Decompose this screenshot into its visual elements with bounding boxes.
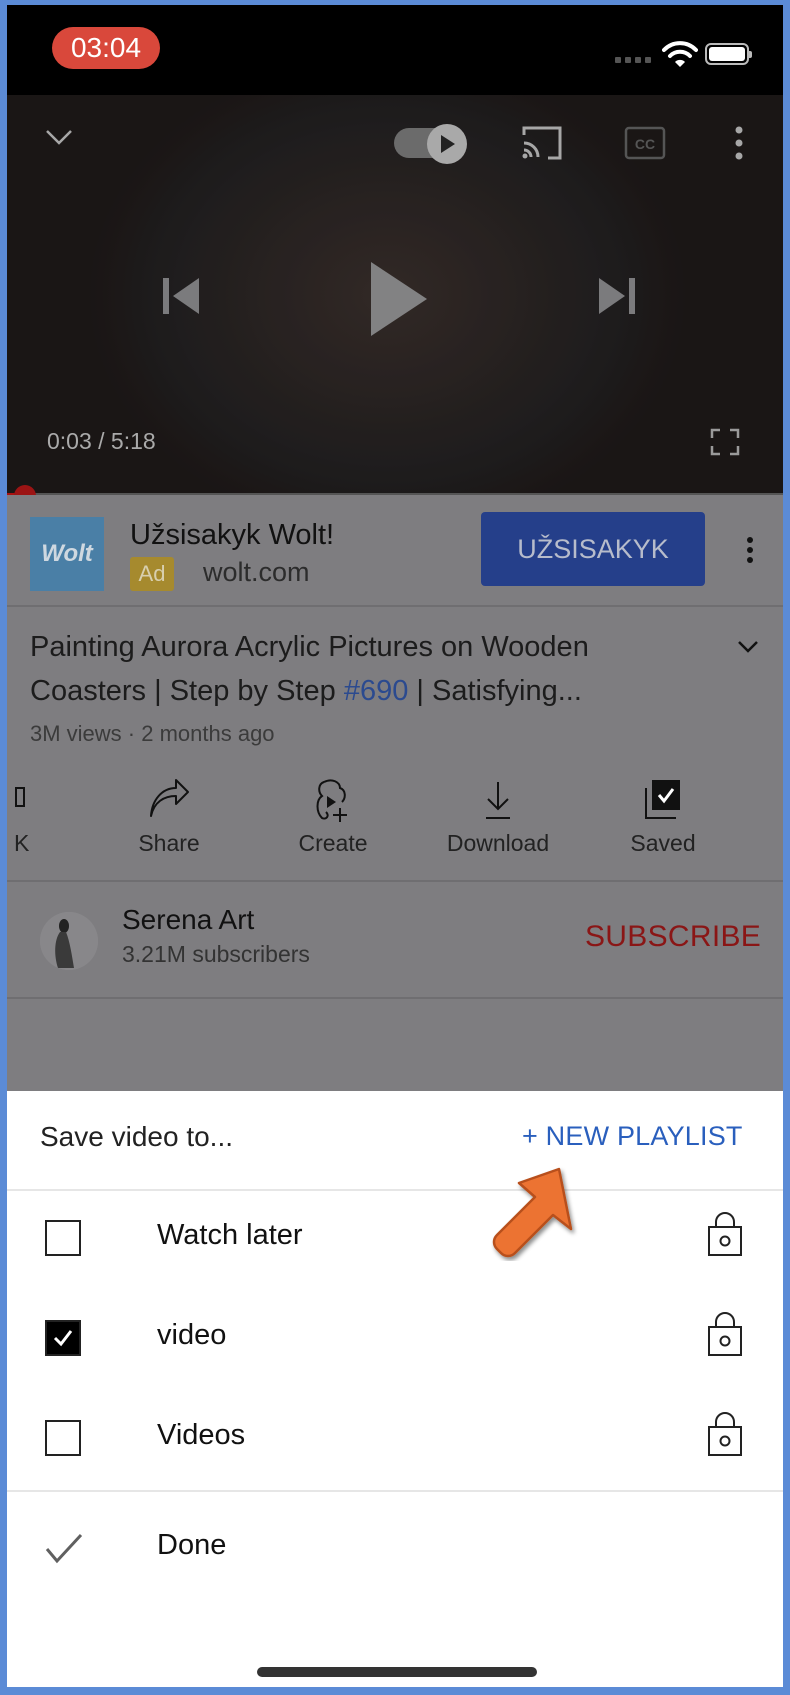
video-player[interactable]: CC 0:03 / 5:18 [7,95,783,507]
saved-icon [645,780,680,819]
download-button[interactable]: Download [438,778,558,857]
playlist-checkbox[interactable] [45,1420,81,1456]
ad-title: Užsisakyk Wolt! [130,519,335,551]
saved-button[interactable]: Saved [603,778,723,857]
play-icon[interactable] [367,260,429,338]
battery-icon [705,43,752,65]
done-button[interactable]: Done [7,1501,783,1597]
channel-avatar[interactable] [40,912,98,970]
more-vert-icon[interactable] [733,125,745,161]
divider [7,1490,783,1492]
action-label: Share [138,830,200,856]
divider [7,605,783,607]
chevron-down-icon[interactable] [42,125,76,149]
chevron-down-icon[interactable] [737,640,759,654]
time-readout: 0:03 / 5:18 [47,428,156,454]
video-details: Wolt Užsisakyk Wolt! Ad wolt.com UŽSISAK… [7,495,783,1091]
ad-cta-button[interactable]: UŽSISAKYK [481,512,705,586]
previous-icon[interactable] [159,275,203,317]
playlist-name: Videos [157,1419,246,1451]
check-icon [45,1533,83,1564]
check-icon [53,1330,73,1347]
channel-subscribers: 3.21M subscribers [122,941,310,967]
fullscreen-icon[interactable] [710,428,740,456]
lock-icon [708,1312,742,1356]
playlist-name: Watch later [157,1219,303,1251]
action-bar: K Share Create Download Saved [7,778,783,868]
ad-domain: wolt.com [203,557,310,587]
playlist-row[interactable]: Videos [7,1391,783,1483]
dislike-button[interactable]: K [7,778,72,857]
annotation-arrow-icon [492,1167,573,1258]
create-icon [316,779,347,822]
channel-name[interactable]: Serena Art [122,904,254,936]
ad-badge: Ad [130,557,174,591]
lock-icon [708,1412,742,1456]
ad-banner[interactable]: Wolt Užsisakyk Wolt! Ad wolt.com UŽSISAK… [7,495,783,605]
autoplay-toggle-icon[interactable] [392,123,477,165]
action-label: Saved [630,830,696,856]
phone-screen: 03:04 CC 0:03 / 5:18 Wolt Užsisakyk Wolt… [7,5,783,1687]
hashtag-link[interactable]: #690 [344,675,409,707]
video-meta: 3M views · 2 months ago [30,721,275,746]
next-icon[interactable] [595,275,639,317]
wifi-icon [662,41,698,67]
divider [7,880,783,882]
create-button[interactable]: Create [273,778,393,857]
status-bar: 03:04 [7,5,783,95]
save-to-playlist-sheet: Save video to... + NEW PLAYLIST Watch la… [7,1091,783,1687]
playlist-checkbox-checked[interactable] [45,1320,81,1356]
download-icon [486,782,510,819]
cellular-dots-icon [615,57,651,63]
captions-icon[interactable]: CC [624,125,666,161]
cast-icon[interactable] [520,125,564,161]
playlist-row[interactable]: video [7,1291,783,1383]
lock-icon [708,1212,742,1256]
subscribe-button[interactable]: SUBSCRIBE [585,920,761,954]
playlist-checkbox[interactable] [45,1220,81,1256]
share-button[interactable]: Share [109,778,229,857]
action-label: K [14,830,30,856]
action-label: Create [298,830,368,856]
home-indicator[interactable] [257,1667,537,1677]
playlist-name: video [157,1319,227,1351]
playlist-row[interactable]: Watch later [7,1191,783,1283]
video-title-text-end: | Satisfying... [408,675,582,707]
divider [7,997,783,999]
done-label: Done [157,1529,227,1561]
dislike-icon [15,787,25,807]
ad-logo: Wolt [30,517,104,591]
share-icon [150,779,189,817]
more-vert-icon[interactable] [747,537,753,563]
video-title[interactable]: Painting Aurora Acrylic Pictures on Wood… [30,625,680,713]
action-label: Download [446,830,550,856]
new-playlist-button[interactable]: + NEW PLAYLIST [522,1121,743,1152]
sheet-title: Save video to... [40,1121,234,1152]
status-time: 03:04 [52,27,160,69]
svg-text:CC: CC [635,136,655,152]
